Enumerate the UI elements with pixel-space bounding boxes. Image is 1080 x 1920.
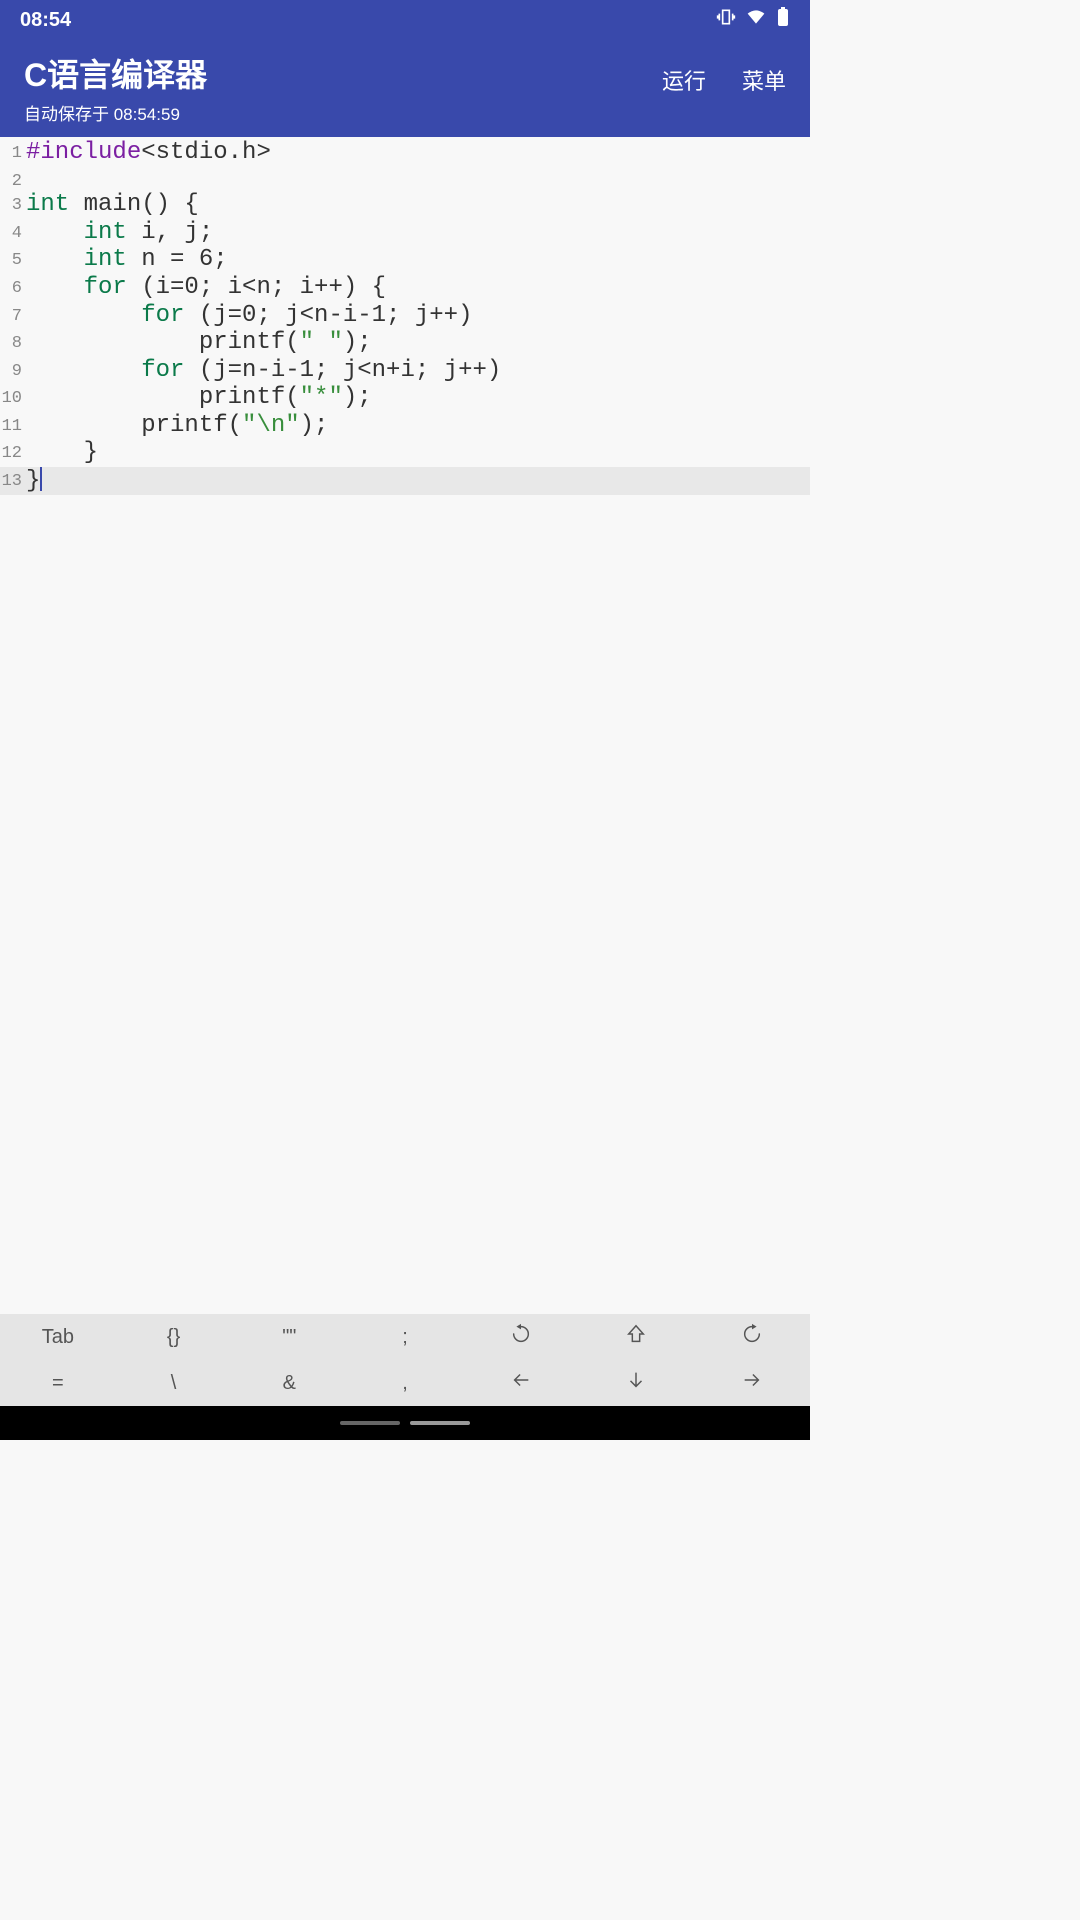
vibrate-icon <box>716 7 736 33</box>
status-bar: 08:54 <box>0 0 810 40</box>
nav-handle[interactable] <box>340 1421 400 1425</box>
code-line[interactable]: 11 printf("\n"); <box>0 412 810 440</box>
redo-icon-key[interactable] <box>694 1314 810 1360</box>
line-number: 10 <box>0 384 22 412</box>
symbol-key-[interactable]: \ <box>116 1360 232 1406</box>
code-line[interactable]: 10 printf("*"); <box>0 384 810 412</box>
line-number: 7 <box>0 302 22 330</box>
code-line[interactable]: 2 <box>0 167 810 192</box>
nav-bar <box>0 1406 810 1440</box>
line-number: 1 <box>0 139 22 167</box>
redo-icon <box>741 1323 763 1351</box>
arrow-left-icon-key[interactable] <box>463 1360 579 1406</box>
line-code[interactable]: for (i=0; i<n; i++) { <box>26 274 810 302</box>
arrow-right-icon-key[interactable] <box>694 1360 810 1406</box>
line-code[interactable]: printf(" "); <box>26 329 810 357</box>
symbol-key-[interactable]: , <box>347 1360 463 1406</box>
symbol-key-Tab[interactable]: Tab <box>0 1314 116 1360</box>
code-line[interactable]: 4 int i, j; <box>0 219 810 247</box>
shift-up-icon <box>625 1323 647 1351</box>
line-number: 5 <box>0 246 22 274</box>
line-number: 9 <box>0 357 22 385</box>
line-number: 4 <box>0 219 22 247</box>
arrow-down-icon-key[interactable] <box>579 1360 695 1406</box>
symbol-key-[interactable]: {} <box>116 1314 232 1360</box>
app-bar: C语言编译器 自动保存于 08:54:59 运行 菜单 <box>0 40 810 137</box>
battery-icon <box>776 7 790 33</box>
line-number: 3 <box>0 191 22 219</box>
line-code[interactable]: } <box>26 467 810 495</box>
code-line[interactable]: 13} <box>0 467 810 495</box>
line-number: 2 <box>0 167 22 192</box>
line-code[interactable]: int main() { <box>26 191 810 219</box>
line-code[interactable]: printf("*"); <box>26 384 810 412</box>
line-number: 11 <box>0 412 22 440</box>
code-line[interactable]: 3int main() { <box>0 191 810 219</box>
app-title: C语言编译器 <box>24 50 207 96</box>
code-line[interactable]: 7 for (j=0; j<n-i-1; j++) <box>0 302 810 330</box>
arrow-down-icon <box>625 1369 647 1397</box>
line-code[interactable]: for (j=0; j<n-i-1; j++) <box>26 302 810 330</box>
text-cursor <box>40 467 42 491</box>
symbol-key-[interactable]: "" <box>231 1314 347 1360</box>
wifi-icon <box>746 7 766 33</box>
symbol-toolbar: Tab{}""; =\&, <box>0 1314 810 1406</box>
code-editor[interactable]: 1#include<stdio.h>23int main() {4 int i,… <box>0 137 810 1314</box>
code-line[interactable]: 5 int n = 6; <box>0 246 810 274</box>
line-code[interactable]: for (j=n-i-1; j<n+i; j++) <box>26 357 810 385</box>
code-line[interactable]: 12 } <box>0 439 810 467</box>
line-code[interactable]: printf("\n"); <box>26 412 810 440</box>
undo-icon <box>510 1323 532 1351</box>
code-line[interactable]: 1#include<stdio.h> <box>0 139 810 167</box>
line-code[interactable] <box>26 167 810 192</box>
line-code[interactable]: int n = 6; <box>26 246 810 274</box>
autosave-status: 自动保存于 08:54:59 <box>24 100 207 125</box>
status-icons <box>716 7 790 33</box>
undo-icon-key[interactable] <box>463 1314 579 1360</box>
code-line[interactable]: 8 printf(" "); <box>0 329 810 357</box>
symbol-key-[interactable]: ; <box>347 1314 463 1360</box>
arrow-right-icon <box>741 1369 763 1397</box>
code-line[interactable]: 6 for (i=0; i<n; i++) { <box>0 274 810 302</box>
line-number: 8 <box>0 329 22 357</box>
nav-handle[interactable] <box>410 1421 470 1425</box>
symbol-key-[interactable]: & <box>231 1360 347 1406</box>
shift-up-icon-key[interactable] <box>579 1314 695 1360</box>
line-code[interactable]: } <box>26 439 810 467</box>
line-number: 6 <box>0 274 22 302</box>
symbol-key-[interactable]: = <box>0 1360 116 1406</box>
line-code[interactable]: #include<stdio.h> <box>26 139 810 167</box>
code-line[interactable]: 9 for (j=n-i-1; j<n+i; j++) <box>0 357 810 385</box>
arrow-left-icon <box>510 1369 532 1397</box>
line-number: 13 <box>0 467 22 495</box>
line-number: 12 <box>0 439 22 467</box>
menu-button[interactable]: 菜单 <box>742 64 786 96</box>
line-code[interactable]: int i, j; <box>26 219 810 247</box>
status-time: 08:54 <box>20 9 71 32</box>
run-button[interactable]: 运行 <box>662 64 706 96</box>
